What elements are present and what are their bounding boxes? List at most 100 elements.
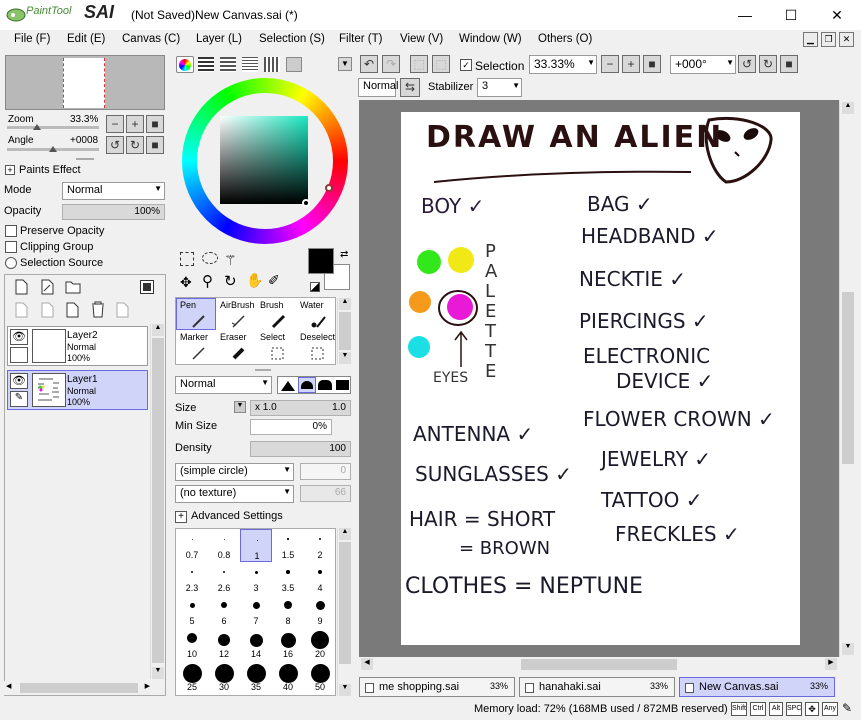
brush-size-cell[interactable]: 9 xyxy=(304,595,335,628)
toolbar-zoom-out-icon[interactable]: − xyxy=(601,55,619,73)
swatches-tab-icon[interactable] xyxy=(264,57,280,72)
tool-eraser[interactable]: Eraser xyxy=(216,330,256,362)
navigator-preview[interactable] xyxy=(5,55,165,110)
clear-layer-icon[interactable] xyxy=(65,302,79,318)
layer-row-layer2[interactable]: 👁 Layer2 Normal 100% xyxy=(7,326,148,366)
hand-icon[interactable]: ✋ xyxy=(246,272,263,289)
preserve-opacity-checkbox[interactable] xyxy=(5,225,17,237)
minimize-button[interactable]: — xyxy=(722,0,768,30)
menu-view[interactable]: View (V) xyxy=(400,33,443,45)
layer-mask-icon[interactable] xyxy=(140,280,154,294)
color-sv-square[interactable] xyxy=(220,116,308,204)
tool-deselect[interactable]: Deselect xyxy=(296,330,336,362)
toolbar-zoom-in-icon[interactable]: + xyxy=(622,55,640,73)
tool-select[interactable]: Select xyxy=(256,330,296,362)
brush-size-cell[interactable]: 1.5 xyxy=(272,529,304,562)
rotate-reset-icon[interactable]: ■ xyxy=(146,136,164,154)
document-tab-active[interactable]: New Canvas.sai 33% xyxy=(679,677,835,697)
magic-wand-icon[interactable]: ⚚ xyxy=(224,252,237,269)
move-icon[interactable]: ✥ xyxy=(180,274,192,291)
min-size-slider[interactable]: 0% xyxy=(250,419,332,435)
color-wheel-tab-icon[interactable] xyxy=(176,56,194,73)
brush-size-cell[interactable]: 3 xyxy=(240,562,272,595)
stabilizer-select[interactable]: 3 ▼ xyxy=(477,78,522,97)
rect-select-icon[interactable] xyxy=(180,252,194,266)
zoom-slider[interactable] xyxy=(7,126,99,129)
eye-icon[interactable]: 👁 xyxy=(10,329,28,345)
brush-blend-select[interactable]: Normal ▼ xyxy=(175,376,272,394)
color-wheel[interactable] xyxy=(182,78,348,244)
document-tab[interactable]: hanahaki.sai 33% xyxy=(519,677,675,697)
brush-size-grid[interactable]: 0.7 0.8 1 1.5 2 2.3 2.6 3 3.5 4 5 6 7 8 9 10 12 14 16 20 25 3… xyxy=(175,528,336,696)
size-slider[interactable]: x 1.0 1.0 xyxy=(250,400,351,416)
menu-layer[interactable]: Layer (L) xyxy=(196,33,242,45)
menu-file[interactable]: File (F) xyxy=(14,33,50,45)
redo-icon[interactable]: ↷ xyxy=(382,55,400,73)
medium-edge-icon[interactable] xyxy=(298,377,316,393)
hard-edge-icon[interactable] xyxy=(281,381,295,391)
square-edge-icon[interactable] xyxy=(336,380,349,390)
deselect-icon[interactable]: ⬚ xyxy=(410,55,428,73)
rotate-left-icon[interactable]: ↺ xyxy=(106,136,124,154)
selection-checkbox[interactable]: ✓ xyxy=(460,59,472,71)
brush-shape-select[interactable]: (simple circle) ▼ xyxy=(175,463,294,481)
tool-water[interactable]: Water xyxy=(296,298,336,330)
tool-marker[interactable]: Marker xyxy=(176,330,216,362)
brush-size-cell[interactable]: 4 xyxy=(304,562,335,595)
layer-hscrollbar[interactable]: ◀ ▶ xyxy=(4,681,152,695)
tool-pen[interactable]: Pen xyxy=(176,298,216,330)
clipping-group-checkbox[interactable] xyxy=(5,241,17,253)
menu-edit[interactable]: Edit (E) xyxy=(67,33,105,45)
density-slider[interactable]: 100 xyxy=(250,441,351,457)
swap-colors-icon[interactable]: ⇄ xyxy=(340,249,348,260)
brush-size-cell[interactable]: 2.6 xyxy=(208,562,240,595)
chevron-down-icon[interactable]: ▼ xyxy=(234,401,246,413)
menu-canvas[interactable]: Canvas (C) xyxy=(122,33,180,45)
tool-grid-scrollbar[interactable]: ▲ ▼ xyxy=(337,298,351,364)
undo-icon[interactable]: ↶ xyxy=(360,55,378,73)
rotation-select[interactable]: +000° ▼ xyxy=(670,55,736,74)
brush-size-cell[interactable]: 35 xyxy=(240,661,272,694)
brush-size-cell[interactable]: 25 xyxy=(176,661,208,694)
brush-size-cell[interactable]: 40 xyxy=(272,661,304,694)
zoom-out-icon[interactable]: − xyxy=(106,115,124,133)
angle-slider-thumb[interactable] xyxy=(49,146,57,152)
mdi-close-icon[interactable]: ✕ xyxy=(839,32,854,47)
brush-size-cell[interactable]: 2 xyxy=(304,529,335,562)
toolbar-rotate-reset-icon[interactable]: ■ xyxy=(780,55,798,73)
brush-size-cell[interactable]: 30 xyxy=(208,661,240,694)
primary-color-swatch[interactable] xyxy=(308,248,334,274)
brush-size-cell[interactable]: 10 xyxy=(176,628,208,661)
invert-selection-icon[interactable]: ⬚ xyxy=(432,55,450,73)
layer-row-layer1[interactable]: 👁 ✎ Layer1 Normal 100% xyxy=(7,370,148,410)
panel-splitter[interactable] xyxy=(76,158,94,160)
brush-size-cell[interactable]: 6 xyxy=(208,595,240,628)
menu-filter[interactable]: Filter (T) xyxy=(339,33,382,45)
toolbar-menu-icon[interactable]: ▼ xyxy=(338,57,352,71)
mdi-restore-icon[interactable]: ❐ xyxy=(821,32,836,47)
layer-options-icon[interactable] xyxy=(115,302,129,318)
brush-size-cell[interactable]: 0.7 xyxy=(176,529,208,562)
eye-icon[interactable]: 👁 xyxy=(10,373,28,389)
expand-icon[interactable]: + xyxy=(175,511,187,523)
toolbar-rotate-left-icon[interactable]: ↺ xyxy=(738,55,756,73)
zoom-select[interactable]: 33.33% ▼ xyxy=(529,55,597,74)
hsv-slider-tab-icon[interactable] xyxy=(220,57,236,72)
new-layer-icon[interactable] xyxy=(14,279,28,295)
rotate-right-icon[interactable]: ↻ xyxy=(126,136,144,154)
canvas-hscrollbar[interactable]: ◀ ▶ xyxy=(359,657,839,672)
menu-others[interactable]: Others (O) xyxy=(538,33,592,45)
brush-size-cell[interactable]: 8 xyxy=(272,595,304,628)
brush-size-cell[interactable]: 12 xyxy=(208,628,240,661)
tool-airbrush[interactable]: AirBrush xyxy=(216,298,256,330)
soft-edge-icon[interactable] xyxy=(318,380,332,390)
menu-selection[interactable]: Selection (S) xyxy=(259,33,325,45)
pen-icon[interactable]: ✎ xyxy=(10,391,28,407)
brush-texture-select[interactable]: (no texture) ▼ xyxy=(175,485,294,503)
brush-texture-strength[interactable]: 66 xyxy=(300,485,351,502)
zoom-in-icon[interactable]: + xyxy=(126,115,144,133)
eyedropper-icon[interactable]: ✐ xyxy=(268,272,280,289)
brush-size-cell[interactable]: 14 xyxy=(240,628,272,661)
brush-size-cell[interactable]: 16 xyxy=(272,628,304,661)
toolbar-rotate-right-icon[interactable]: ↻ xyxy=(759,55,777,73)
